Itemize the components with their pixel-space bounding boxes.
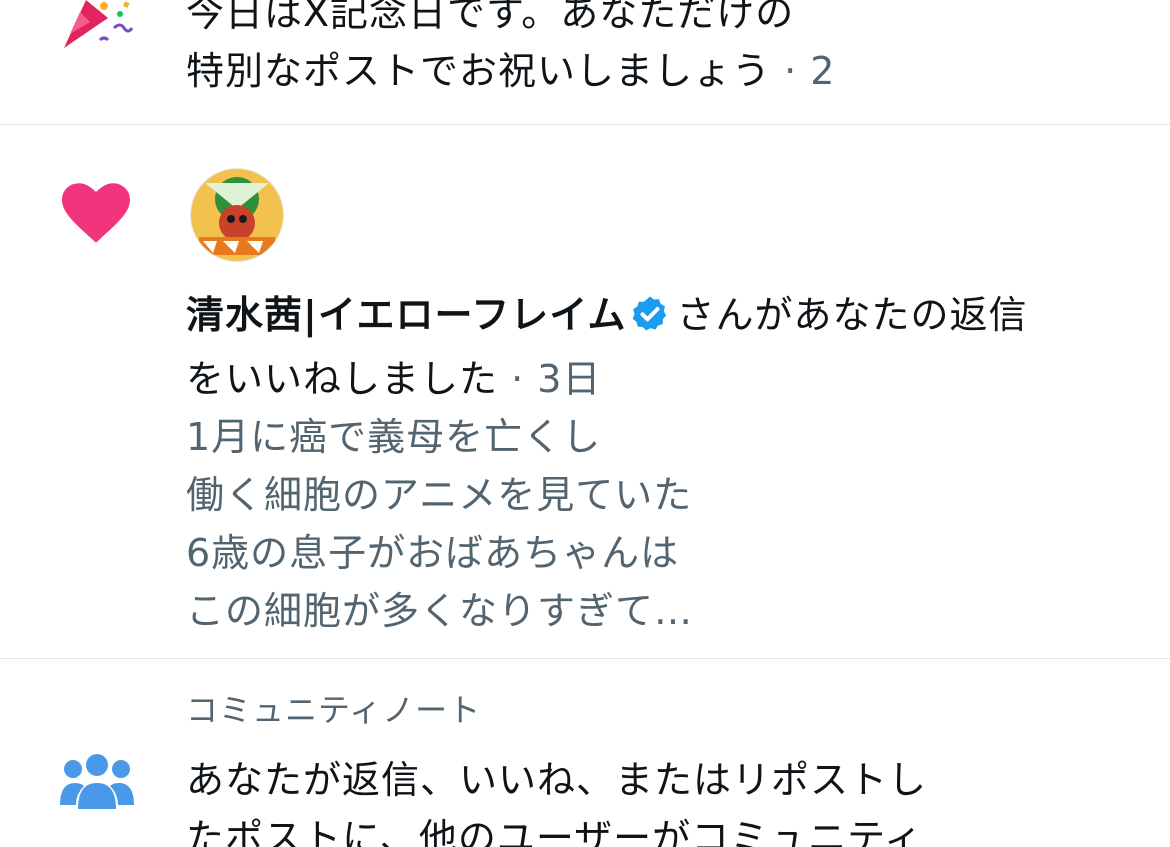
reply-preview-line-3: 6歳の息子がおばあちゃんは: [186, 531, 680, 575]
heart-icon: [62, 183, 130, 247]
avatar[interactable]: [190, 168, 284, 262]
anniversary-line-1: 今日はX記念日です。あなただけの: [186, 0, 795, 35]
like-headline-line-1: 清水茜|イエローフレイム さんがあなたの返信: [186, 286, 1130, 350]
like-action-text: さんがあなたの返信: [676, 293, 1028, 337]
party-popper-icon: [60, 0, 134, 56]
user-name-link[interactable]: 清水茜|イエローフレイム: [186, 293, 626, 337]
like-headline-line-2: をいいねしました · 3日: [186, 350, 1130, 408]
like-time: · 3日: [498, 357, 602, 401]
verified-badge-icon: [630, 292, 670, 350]
community-line-2: たポストに、他のユーザーがコミュニティ: [186, 816, 923, 847]
like-action-line-2: をいいねしました: [186, 357, 499, 401]
anniversary-text: 特別なポストでお祝いしましょう: [186, 49, 772, 93]
community-notes-label: コミュニティノート: [186, 691, 482, 729]
people-icon: [60, 753, 134, 813]
reply-preview-line-2: 働く細胞のアニメを見ていた: [186, 473, 693, 517]
notification-anniversary[interactable]: 今日はX記念日です。あなただけの 特別なポストでお祝いしましょう · 2: [0, 0, 1170, 124]
notifications-page: 今日はX記念日です。あなただけの 特別なポストでお祝いしましょう · 2 清水茜…: [0, 0, 1170, 847]
anniversary-meta: · 2: [771, 49, 836, 93]
reply-preview-line-1: 1月に癌で義母を亡くし: [186, 415, 602, 459]
community-line-1: あなたが返信、いいね、またはリポストし: [186, 758, 928, 802]
anniversary-line-2: 特別なポストでお祝いしましょう · 2: [186, 42, 1130, 100]
reply-preview-line-4: この細胞が多くなりすぎて…: [186, 589, 694, 633]
